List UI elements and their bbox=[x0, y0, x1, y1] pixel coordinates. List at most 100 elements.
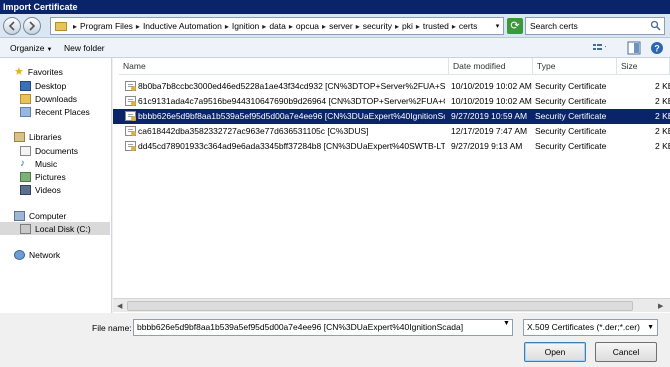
sidebar-item-documents[interactable]: Documents bbox=[20, 144, 78, 157]
file-name-input[interactable]: bbbb626e5d9bf8aa1b539a5ef95d5d00a7e4ee96… bbox=[133, 319, 513, 336]
sidebar-item-pictures[interactable]: Pictures bbox=[20, 170, 66, 183]
file-name-label: File name: bbox=[92, 323, 132, 333]
sidebar-item-desktop[interactable]: Desktop bbox=[20, 79, 66, 92]
window-title: Import Certificate bbox=[0, 0, 670, 14]
sidebar-item-downloads[interactable]: Downloads bbox=[20, 92, 77, 105]
computer-icon bbox=[14, 210, 25, 221]
breadcrumb-item[interactable]: data bbox=[269, 21, 286, 31]
chevron-down-icon[interactable]: ▼ bbox=[503, 320, 510, 327]
sidebar-item-videos[interactable]: Videos bbox=[20, 183, 61, 196]
file-row[interactable]: ca618442dba3582332727ac963e77d636531105c… bbox=[113, 124, 670, 139]
dialog-footer: File name: bbbb626e5d9bf8aa1b539a5ef95d5… bbox=[0, 313, 670, 367]
file-name: 61c9131ada4c7a9516be944310647690b9d26964… bbox=[138, 96, 445, 106]
open-label: Open bbox=[544, 347, 566, 357]
organize-label: Organize bbox=[10, 43, 45, 53]
pictures-icon bbox=[20, 171, 31, 182]
breadcrumb-item[interactable]: security bbox=[363, 21, 392, 31]
file-size: 2 KB bbox=[655, 96, 670, 106]
address-history-dropdown[interactable]: ▾ bbox=[492, 17, 504, 35]
new-folder-button[interactable]: New folder bbox=[64, 42, 105, 54]
column-header-type[interactable]: Type bbox=[533, 58, 617, 75]
file-name: ca618442dba3582332727ac963e77d636531105c… bbox=[138, 126, 369, 136]
help-icon[interactable]: ? bbox=[650, 41, 664, 55]
breadcrumb-item[interactable]: trusted bbox=[423, 21, 449, 31]
network-icon bbox=[14, 249, 25, 260]
breadcrumb-item[interactable]: Program Files bbox=[80, 21, 133, 31]
sidebar-item-network[interactable]: Network bbox=[14, 248, 60, 261]
column-header-name[interactable]: Name bbox=[119, 58, 449, 75]
cancel-label: Cancel bbox=[612, 347, 640, 357]
drive-icon bbox=[20, 223, 31, 234]
file-type-filter-select[interactable]: X.509 Certificates (*.der;*.cer) ▼ bbox=[523, 319, 658, 336]
breadcrumb-separator: ▸ bbox=[73, 21, 78, 31]
forward-button[interactable] bbox=[23, 17, 41, 35]
sidebar-item-label: Documents bbox=[35, 145, 78, 156]
navigation-pane: ★ Favorites Desktop Downloads Recent Plac… bbox=[0, 58, 112, 313]
sidebar-item-local-disk[interactable]: Local Disk (C:) bbox=[0, 222, 110, 235]
change-view-icon[interactable] bbox=[592, 41, 606, 55]
chevron-down-icon: ▼ bbox=[647, 324, 654, 331]
file-row-selected[interactable]: bbbb626e5d9bf8aa1b539a5ef95d5d00a7e4ee96… bbox=[113, 109, 670, 124]
cancel-button[interactable]: Cancel bbox=[595, 342, 657, 362]
desktop-icon bbox=[20, 80, 31, 91]
back-arrow-icon bbox=[8, 21, 15, 31]
breadcrumb-item[interactable]: pki bbox=[402, 21, 413, 31]
file-size: 2 KB bbox=[655, 81, 670, 91]
file-type-filter-value: X.509 Certificates (*.der;*.cer) bbox=[527, 322, 640, 332]
breadcrumb-item[interactable]: Inductive Automation bbox=[143, 21, 222, 31]
column-size-label: Size bbox=[621, 61, 638, 71]
documents-icon bbox=[20, 145, 31, 156]
star-icon: ★ bbox=[14, 65, 24, 78]
breadcrumb-separator: ▸ bbox=[322, 21, 327, 31]
breadcrumb-separator: ▸ bbox=[262, 21, 267, 31]
breadcrumb-separator: ▸ bbox=[224, 21, 229, 31]
breadcrumb-item[interactable]: server bbox=[329, 21, 353, 31]
sidebar-item-music[interactable]: ♪ Music bbox=[20, 157, 57, 170]
file-row[interactable]: 8b0ba7b8ccbc3000ed46ed5228a1ae43f34cd932… bbox=[113, 79, 670, 94]
certificate-icon bbox=[125, 126, 136, 136]
file-date: 12/17/2019 7:47 AM bbox=[451, 126, 528, 136]
breadcrumb-item[interactable]: certs bbox=[459, 21, 477, 31]
sidebar-item-computer[interactable]: Computer bbox=[14, 209, 66, 222]
column-header-size[interactable]: Size bbox=[617, 58, 670, 75]
sidebar-item-label: Computer bbox=[29, 210, 67, 221]
sidebar-item-label: Desktop bbox=[35, 80, 67, 91]
breadcrumb-separator: ▸ bbox=[451, 21, 456, 31]
file-row[interactable]: dd45cd78901933c364ad9e6ada3345bff37284b8… bbox=[113, 139, 670, 154]
sidebar-item-label: Pictures bbox=[35, 171, 66, 182]
file-size: 2 KB bbox=[655, 126, 670, 136]
file-date: 10/10/2019 10:02 AM bbox=[451, 81, 532, 91]
scroll-right-icon[interactable]: ▶ bbox=[658, 302, 663, 310]
libraries-icon bbox=[14, 131, 25, 142]
scrollbar-thumb[interactable] bbox=[127, 301, 633, 311]
scroll-left-icon[interactable]: ◀ bbox=[117, 302, 122, 310]
back-button[interactable] bbox=[3, 17, 21, 35]
breadcrumb-separator: ▸ bbox=[395, 21, 400, 31]
breadcrumb-item[interactable]: opcua bbox=[296, 21, 319, 31]
sidebar-item-libraries[interactable]: Libraries bbox=[14, 130, 62, 143]
recent-places-icon bbox=[20, 106, 31, 117]
sidebar-item-label: Downloads bbox=[35, 93, 78, 104]
column-name-label: Name bbox=[123, 61, 146, 71]
column-header-date[interactable]: Date modified bbox=[449, 58, 533, 75]
sidebar-item-favorites[interactable]: ★ Favorites bbox=[14, 65, 63, 78]
organize-button[interactable]: Organize ▼ bbox=[10, 42, 52, 56]
address-bar[interactable]: ▸ Program Files ▸ Inductive Automation ▸ Ig… bbox=[50, 17, 503, 35]
command-bar: Organize ▼ New folder ? bbox=[0, 38, 670, 58]
column-type-label: Type bbox=[537, 61, 556, 71]
open-button[interactable]: Open bbox=[524, 342, 586, 362]
file-row[interactable]: 61c9131ada4c7a9516be944310647690b9d26964… bbox=[113, 94, 670, 109]
search-input[interactable]: Search certs bbox=[525, 17, 665, 35]
file-name: 8b0ba7b8ccbc3000ed46ed5228a1ae43f34cd932… bbox=[138, 81, 445, 91]
refresh-icon[interactable]: ⟳ bbox=[507, 18, 523, 34]
folder-icon bbox=[55, 21, 67, 31]
horizontal-scrollbar[interactable]: ◀ ▶ bbox=[113, 298, 670, 312]
preview-pane-icon[interactable] bbox=[627, 41, 641, 55]
breadcrumb-separator: ▸ bbox=[288, 21, 293, 31]
file-name-value: bbbb626e5d9bf8aa1b539a5ef95d5d00a7e4ee96… bbox=[137, 322, 464, 332]
search-icon[interactable] bbox=[650, 20, 661, 31]
certificate-icon bbox=[125, 141, 136, 151]
sidebar-item-recent-places[interactable]: Recent Places bbox=[20, 105, 90, 118]
breadcrumb-item[interactable]: Ignition bbox=[232, 21, 259, 31]
file-size: 2 KB bbox=[655, 111, 670, 121]
